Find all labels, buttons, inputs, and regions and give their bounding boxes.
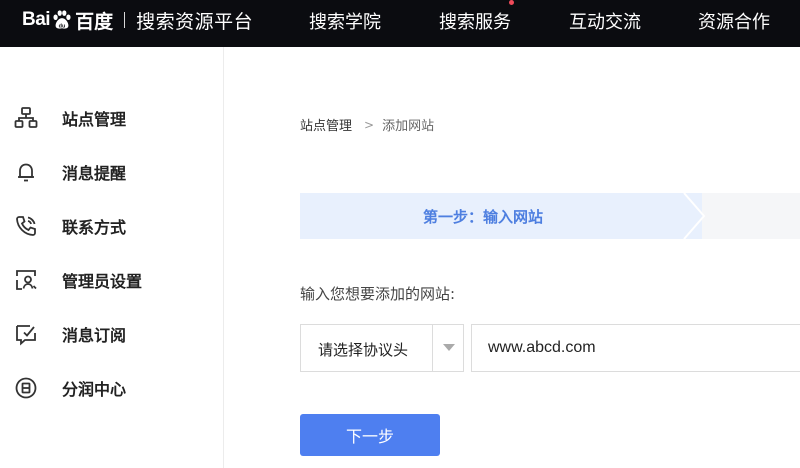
breadcrumb-separator: > <box>364 117 375 132</box>
top-navigation-bar: Bai du 百度 搜索资源平台 搜索学院 搜索服务 互动交流 资源合作 <box>0 0 800 47</box>
sidebar-item-label: 联系方式 <box>62 218 127 237</box>
sidebar-item-site-management[interactable]: 站点管理 <box>0 99 223 137</box>
step-1-label: 第一步：输入网站 <box>423 208 544 226</box>
breadcrumb-current: 添加网站 <box>382 119 435 134</box>
phone-icon <box>16 216 36 236</box>
website-url-input[interactable] <box>471 324 800 372</box>
nav-search-academy[interactable]: 搜索学院 <box>309 8 381 34</box>
sidebar-item-message-subscribe[interactable]: 消息订阅 <box>0 315 223 353</box>
paw-icon: du <box>53 10 71 29</box>
baidu-logo[interactable]: Bai du 百度 搜索资源平台 <box>22 7 253 33</box>
step-1-arrow <box>680 193 706 239</box>
bell-icon <box>18 163 34 182</box>
logo-divider <box>124 12 126 28</box>
subscribe-icon <box>16 325 36 346</box>
breadcrumb: 站点管理 > 添加网站 <box>300 115 435 135</box>
sidebar-item-label: 管理员设置 <box>62 272 143 291</box>
select-divider <box>432 325 433 371</box>
admin-icon <box>16 270 37 290</box>
notification-dot <box>509 0 514 5</box>
nav-search-service[interactable]: 搜索服务 <box>439 8 511 34</box>
sidebar-item-revenue-center[interactable]: 分润中心 <box>0 369 223 407</box>
protocol-select-placeholder: 请选择协议头 <box>318 341 409 359</box>
revenue-icon <box>15 377 37 399</box>
step-progress: 第一步：输入网站 <box>300 193 800 239</box>
next-step-button[interactable]: 下一步 <box>300 414 440 456</box>
sidebar-item-label: 站点管理 <box>62 110 127 129</box>
protocol-select[interactable]: 请选择协议头 <box>300 324 464 372</box>
website-field-label: 输入您想要添加的网站: <box>300 285 456 303</box>
logo-text-chinese: 百度 <box>75 10 114 33</box>
step-2-arrow <box>790 193 800 239</box>
sidebar-item-label: 消息订阅 <box>62 326 127 345</box>
nav-interaction[interactable]: 互动交流 <box>569 8 641 34</box>
sitemap-icon <box>14 107 38 128</box>
sidebar-item-message-alerts[interactable]: 消息提醒 <box>0 153 223 191</box>
caret-down-icon[interactable] <box>443 344 455 351</box>
nav-resource-cooperation[interactable]: 资源合作 <box>698 8 770 34</box>
svg-text:du: du <box>59 23 66 29</box>
step-2 <box>700 193 800 239</box>
sidebar-item-admin-settings[interactable]: 管理员设置 <box>0 261 223 299</box>
sidebar-item-label: 消息提醒 <box>62 164 127 183</box>
sidebar-item-label: 分润中心 <box>62 380 127 399</box>
logo-text-bai: Bai <box>22 9 51 30</box>
platform-title[interactable]: 搜索资源平台 <box>136 7 253 34</box>
sidebar-item-contact[interactable]: 联系方式 <box>0 207 223 245</box>
breadcrumb-parent[interactable]: 站点管理 <box>300 115 352 134</box>
step-1: 第一步：输入网站 <box>300 193 702 239</box>
sidebar: 站点管理 消息提醒 联系方式 管理员设置 消息订阅 分润中心 <box>0 47 224 468</box>
